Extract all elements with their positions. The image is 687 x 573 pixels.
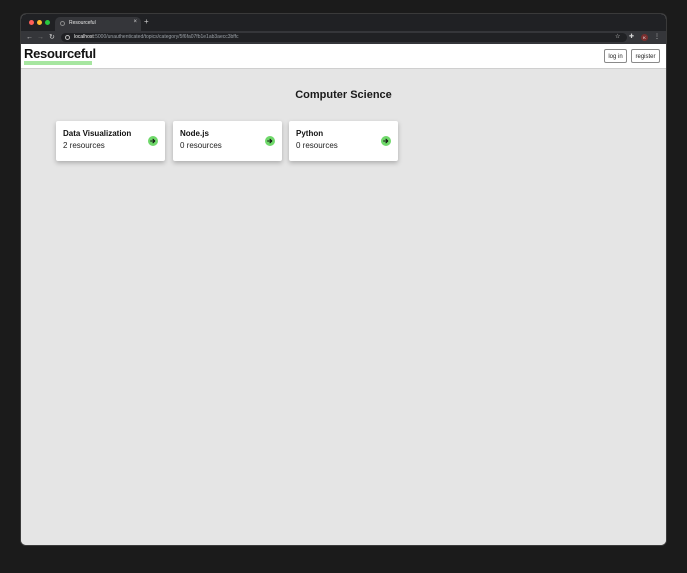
more-menu-icon[interactable]: ⋮: [654, 33, 660, 42]
topic-resource-count: 2 resources: [63, 141, 105, 150]
address-url[interactable]: localhost:5000/unauthenticated/topics/ca…: [74, 34, 238, 41]
login-button[interactable]: log in: [604, 49, 627, 63]
extensions-puzzle-icon[interactable]: ✚: [629, 33, 634, 42]
topic-resource-count: 0 resources: [296, 141, 338, 150]
address-bar[interactable]: localhost:5000/unauthenticated/topics/ca…: [61, 33, 627, 42]
bookmark-star-icon[interactable]: ☆: [615, 33, 620, 42]
topic-resource-count: 0 resources: [180, 141, 222, 150]
topic-name: Data Visualization: [63, 129, 132, 138]
maximize-window-button[interactable]: [45, 20, 50, 25]
info-icon[interactable]: [65, 35, 70, 40]
browser-tab[interactable]: Resourceful ×: [55, 17, 141, 31]
address-path: :5000/unauthenticated/topics/category/5f…: [93, 34, 239, 40]
new-tab-button[interactable]: +: [144, 17, 149, 27]
close-window-button[interactable]: [29, 20, 34, 25]
reload-icon[interactable]: ↻: [49, 33, 55, 42]
topic-name: Node.js: [180, 129, 209, 138]
topic-name: Python: [296, 129, 324, 138]
topic-card[interactable]: Node.js 0 resources: [173, 121, 282, 161]
address-host: localhost: [74, 34, 94, 40]
tab-title: Resourceful: [69, 20, 96, 26]
topic-card[interactable]: Python 0 resources: [289, 121, 398, 161]
browser-toolbar: ← → ↻ localhost:5000/unauthenticated/top…: [21, 31, 666, 44]
close-tab-icon[interactable]: ×: [133, 19, 137, 26]
site-navbar: Resourceful log in register: [21, 44, 666, 69]
globe-icon: [60, 21, 65, 26]
site-logo[interactable]: Resourceful: [24, 47, 96, 61]
logo-underline: [24, 61, 92, 65]
profile-avatar[interactable]: K: [641, 34, 648, 41]
minimize-window-button[interactable]: [37, 20, 42, 25]
tab-strip: Resourceful × +: [21, 14, 666, 31]
browser-window: Resourceful × + ← → ↻ localhost:5000/una…: [21, 14, 666, 545]
arrow-right-icon[interactable]: [381, 136, 391, 146]
topic-card[interactable]: Data Visualization 2 resources: [56, 121, 165, 161]
arrow-right-icon[interactable]: [148, 136, 158, 146]
forward-arrow-icon[interactable]: →: [37, 33, 44, 42]
arrow-right-icon[interactable]: [265, 136, 275, 146]
register-button[interactable]: register: [631, 49, 660, 63]
page-title: Computer Science: [295, 89, 392, 101]
back-arrow-icon[interactable]: ←: [26, 33, 33, 42]
page-content: Resourceful log in register Computer Sci…: [21, 44, 666, 545]
